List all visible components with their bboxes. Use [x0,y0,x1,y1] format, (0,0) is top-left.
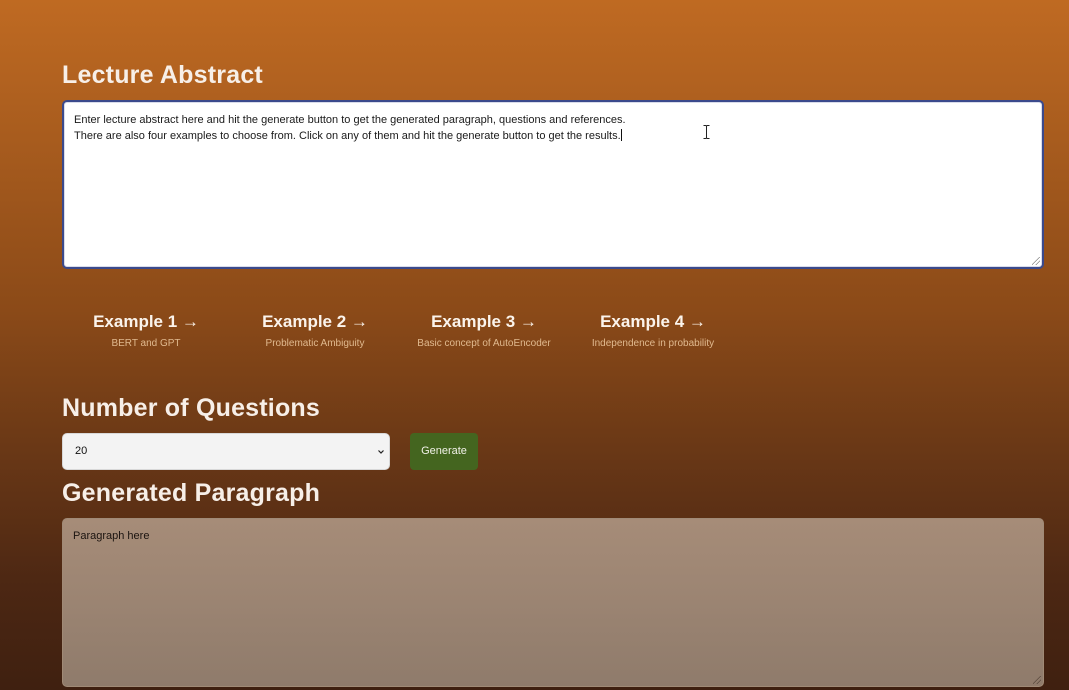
example-4-label: Example 4 → [600,312,706,331]
text-cursor-icon [703,125,710,143]
example-3-link[interactable]: Example 3 → Basic concept of AutoEncoder [399,312,569,350]
example-3-subtitle: Basic concept of AutoEncoder [417,338,551,349]
paragraph-placeholder: Paragraph here [73,530,150,542]
abstract-text-line-1: Enter lecture abstract here and hit the … [74,114,626,126]
example-2-link[interactable]: Example 2 → Problematic Ambiguity [230,312,400,350]
example-1-link[interactable]: Example 1 → BERT and GPT [61,312,231,350]
abstract-text-line-2: There are also four examples to choose f… [74,128,1032,144]
example-4-link[interactable]: Example 4 → Independence in probability [568,312,738,350]
example-2-label: Example 2 → [262,312,368,331]
example-4-subtitle: Independence in probability [591,338,715,349]
examples-row: Example 1 → BERT and GPT Example 2 → Pro… [62,312,742,362]
chevron-down-icon [376,445,386,457]
lecture-abstract-textarea[interactable]: Enter lecture abstract here and hit the … [62,100,1044,269]
example-1-subtitle: BERT and GPT [111,338,181,349]
lecture-abstract-heading: Lecture Abstract [62,61,263,89]
example-3-label: Example 3 → [431,312,537,331]
abstract-text-line-2-content: There are also four examples to choose f… [74,130,621,142]
generated-paragraph-textarea[interactable]: Paragraph here [62,518,1044,687]
text-caret [620,129,622,141]
number-of-questions-select[interactable]: 20 [62,433,390,470]
resize-handle-icon[interactable] [1032,257,1040,265]
generated-paragraph-heading: Generated Paragraph [62,479,321,507]
resize-handle-icon[interactable] [1033,676,1041,684]
example-2-subtitle: Problematic Ambiguity [265,338,365,349]
generate-button[interactable]: Generate [410,433,478,470]
example-1-label: Example 1 → [93,312,199,331]
number-of-questions-heading: Number of Questions [62,394,320,422]
select-selected-value: 20 [75,445,88,457]
